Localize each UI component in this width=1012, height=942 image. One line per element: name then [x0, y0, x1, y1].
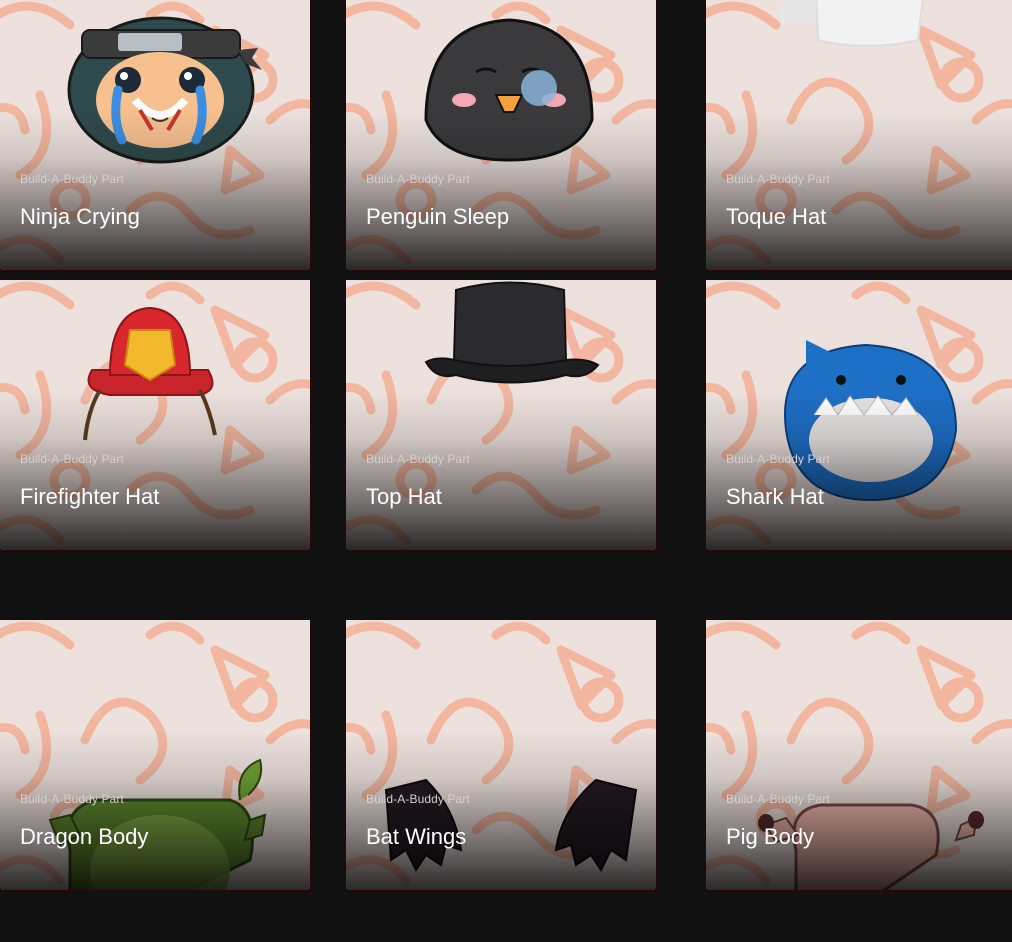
card-shade [346, 110, 656, 270]
card-subtitle: Build-A-Buddy Part [366, 792, 470, 806]
card-shade [346, 730, 656, 890]
card-title: Shark Hat [726, 484, 824, 509]
card-subtitle: Build-A-Buddy Part [20, 792, 124, 806]
card-title: Ninja Crying [20, 204, 140, 229]
card-shade [706, 730, 1012, 890]
part-card-dragon-body[interactable]: Build-A-Buddy Part Dragon Body [0, 620, 310, 890]
card-title: Penguin Sleep [366, 204, 510, 229]
part-card-firefighter-hat[interactable]: Build-A-Buddy Part Firefighter Hat [0, 280, 310, 550]
card-subtitle: Build-A-Buddy Part [20, 172, 124, 186]
part-card-pig-body[interactable]: Build-A-Buddy Part Pig Body [706, 620, 1012, 890]
part-card-bat-wings[interactable]: Build-A-Buddy Part Bat Wings [346, 620, 656, 890]
card-shade [0, 730, 310, 890]
card-subtitle: Build-A-Buddy Part [726, 452, 830, 466]
card-subtitle: Build-A-Buddy Part [726, 792, 830, 806]
card-title: Dragon Body [20, 824, 149, 849]
card-shade [706, 110, 1012, 270]
parts-grid: Build-A-Buddy Part Ninja Crying Build-A-… [0, 0, 1012, 942]
part-card-top-hat[interactable]: Build-A-Buddy Part Top Hat [346, 280, 656, 550]
card-shade [346, 390, 656, 550]
card-shade [0, 390, 310, 550]
part-card-penguin-sleep[interactable]: Build-A-Buddy Part Penguin Sleep [346, 0, 656, 270]
part-card-shark-hat[interactable]: Build-A-Buddy Part Shark Hat [706, 280, 1012, 550]
card-subtitle: Build-A-Buddy Part [366, 172, 470, 186]
card-subtitle: Build-A-Buddy Part [20, 452, 124, 466]
part-card-ninja-crying[interactable]: Build-A-Buddy Part Ninja Crying [0, 0, 310, 270]
card-subtitle: Build-A-Buddy Part [366, 452, 470, 466]
card-shade [0, 110, 310, 270]
part-card-toque-hat[interactable]: Build-A-Buddy Part Toque Hat [706, 0, 1012, 270]
card-subtitle: Build-A-Buddy Part [726, 172, 830, 186]
card-title: Top Hat [366, 484, 442, 509]
card-shade [706, 390, 1012, 550]
card-title: Toque Hat [726, 204, 827, 229]
card-title: Bat Wings [366, 824, 467, 849]
card-title: Pig Body [726, 824, 815, 849]
card-title: Firefighter Hat [20, 484, 160, 509]
